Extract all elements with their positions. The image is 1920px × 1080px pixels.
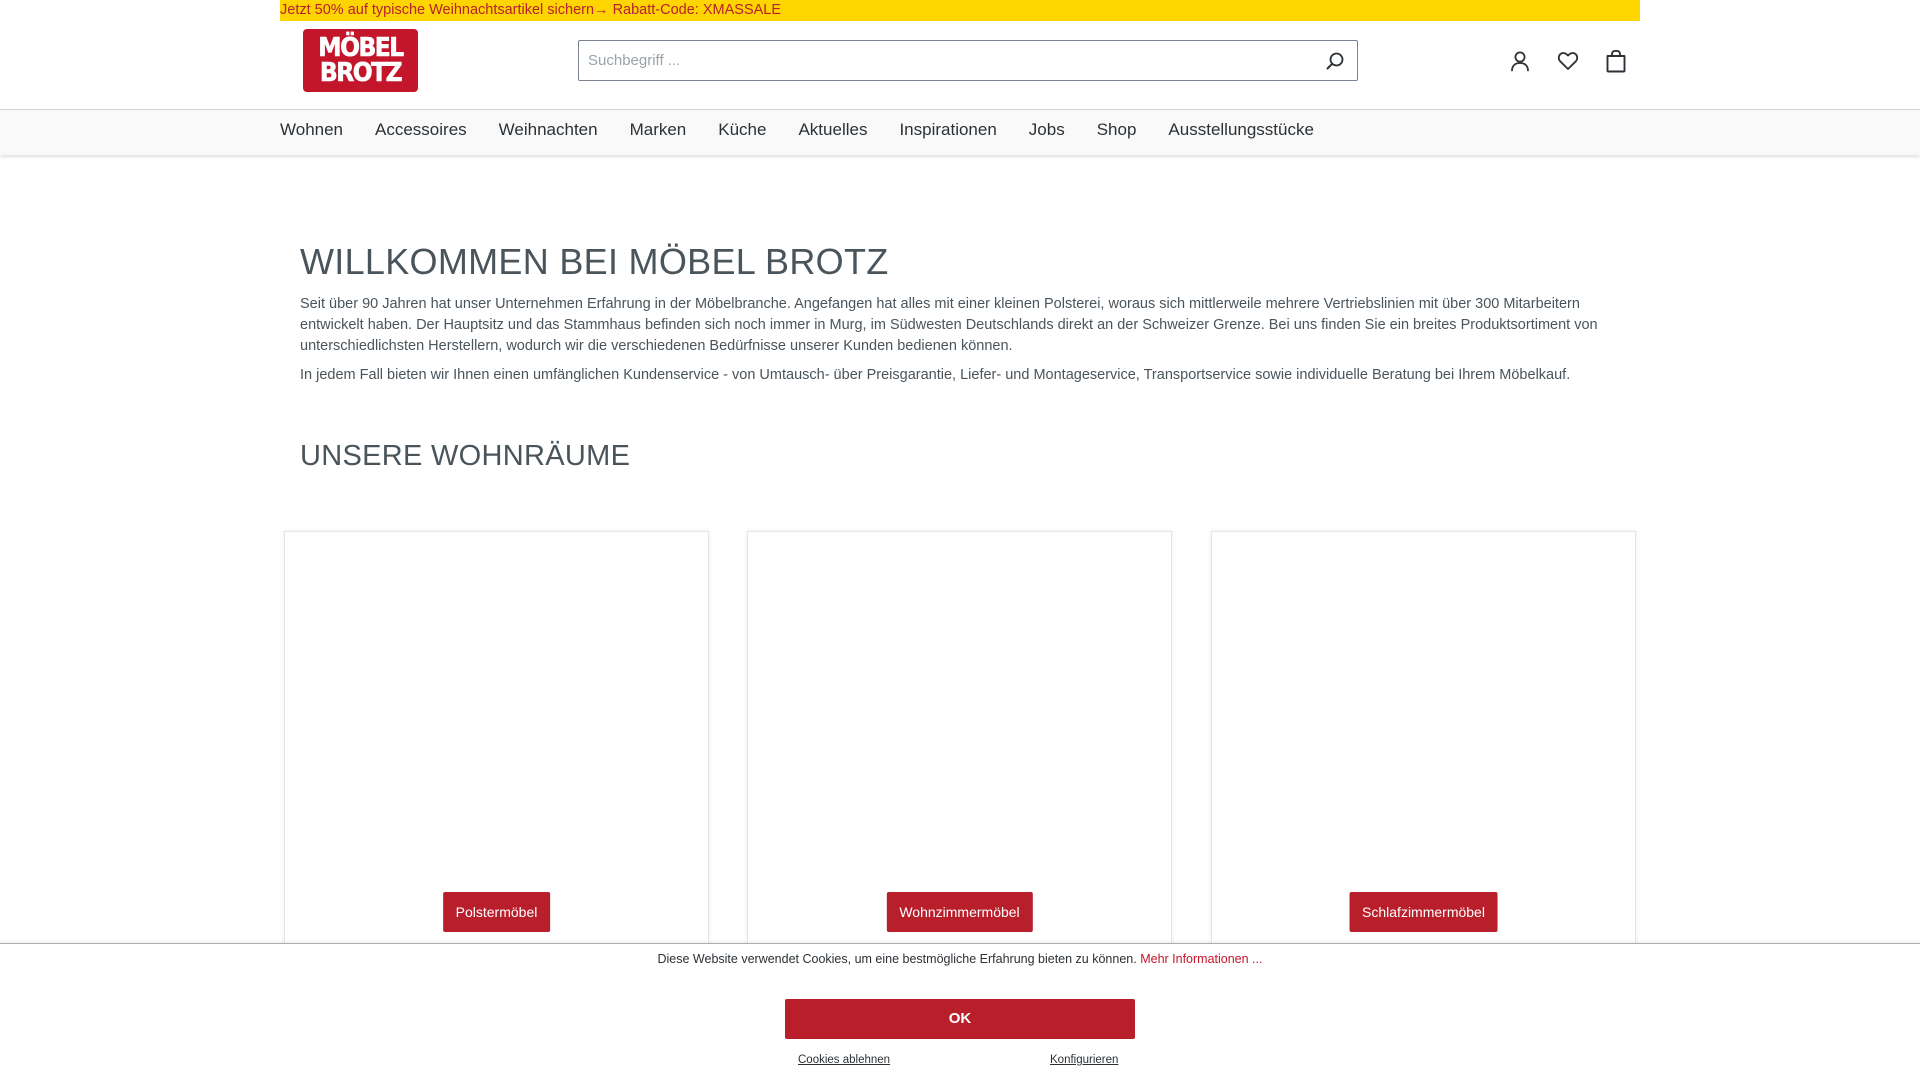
room-button-wohnzimmermoebel[interactable]: Wohnzimmermöbel — [886, 892, 1033, 932]
promo-bar[interactable]: Jetzt 50% auf typische Weihnachtsartikel… — [280, 0, 1640, 21]
nav-item-jobs[interactable]: Jobs — [1029, 110, 1065, 156]
user-icon — [1511, 51, 1529, 72]
cookie-text: Diese Website verwendet Cookies, um eine… — [657, 952, 1137, 966]
promo-text[interactable]: Jetzt 50% auf typische Weihnachtsartikel… — [280, 0, 1640, 21]
room-button-schlafzimmermoebel[interactable]: Schlafzimmermöbel — [1349, 892, 1498, 932]
search-box — [578, 40, 1358, 81]
page-title: WILLKOMMEN BEI MÖBEL BROTZ — [300, 241, 889, 282]
cookie-ok-button[interactable]: OK — [785, 999, 1135, 1039]
welcome-section: WILLKOMMEN BEI MÖBEL BROTZ Seit über 90 … — [300, 240, 1620, 386]
nav-item-wohnen[interactable]: Wohnen — [280, 110, 343, 156]
nav-item-weihnachten[interactable]: Weihnachten — [499, 110, 598, 156]
nav-item-inspirationen[interactable]: Inspirationen — [899, 110, 996, 156]
logo-line-1: MÖBEL — [318, 32, 405, 63]
wishlist-button[interactable] — [1555, 48, 1581, 74]
nav-item-ausstellungsstuecke[interactable]: Ausstellungsstücke — [1168, 110, 1314, 156]
cart-button[interactable] — [1603, 48, 1629, 74]
cookie-decline-link[interactable]: Cookies ablehnen — [798, 1054, 890, 1066]
nav-item-shop[interactable]: Shop — [1097, 110, 1137, 156]
room-card-wohnzimmermoebel[interactable]: Wohnzimmermöbel — [747, 531, 1172, 951]
room-card-schlafzimmermoebel[interactable]: Schlafzimmermöbel — [1211, 531, 1636, 951]
room-button-polstermoebel[interactable]: Polstermöbel — [442, 892, 551, 932]
nav-item-accessoires[interactable]: Accessoires — [375, 110, 467, 156]
main-navigation: Wohnen Accessoires Weihnachten Marken Kü… — [0, 109, 1920, 155]
header: MÖBEL BROTZ — [0, 21, 1920, 109]
cookie-message: Diese Website verwendet Cookies, um eine… — [0, 952, 1920, 966]
cookie-more-info-link[interactable]: Mehr Informationen ... — [1140, 952, 1262, 966]
logo[interactable]: MÖBEL BROTZ — [303, 29, 418, 92]
search-button[interactable] — [1323, 49, 1347, 73]
nav-item-aktuelles[interactable]: Aktuelles — [798, 110, 867, 156]
nav-item-marken[interactable]: Marken — [630, 110, 687, 156]
account-button[interactable] — [1507, 48, 1533, 74]
intro-paragraph-1: Seit über 90 Jahren hat unser Unternehme… — [300, 296, 1598, 354]
cookie-configure-link[interactable]: Konfigurieren — [1050, 1054, 1118, 1066]
nav-item-kueche[interactable]: Küche — [718, 110, 766, 156]
intro-paragraph-2: In jedem Fall bieten wir Ihnen einen umf… — [300, 367, 1571, 383]
rooms-heading: UNSERE WOHNRÄUME — [300, 440, 631, 472]
shopping-bag-icon — [1606, 49, 1626, 73]
search-input[interactable] — [579, 41, 1299, 80]
search-icon — [1326, 52, 1344, 70]
cookie-banner: Diese Website verwendet Cookies, um eine… — [0, 943, 1920, 1080]
room-card-polstermoebel[interactable]: Polstermöbel — [284, 531, 709, 951]
heart-icon — [1557, 52, 1579, 70]
logo-line-2: BROTZ — [319, 57, 403, 88]
